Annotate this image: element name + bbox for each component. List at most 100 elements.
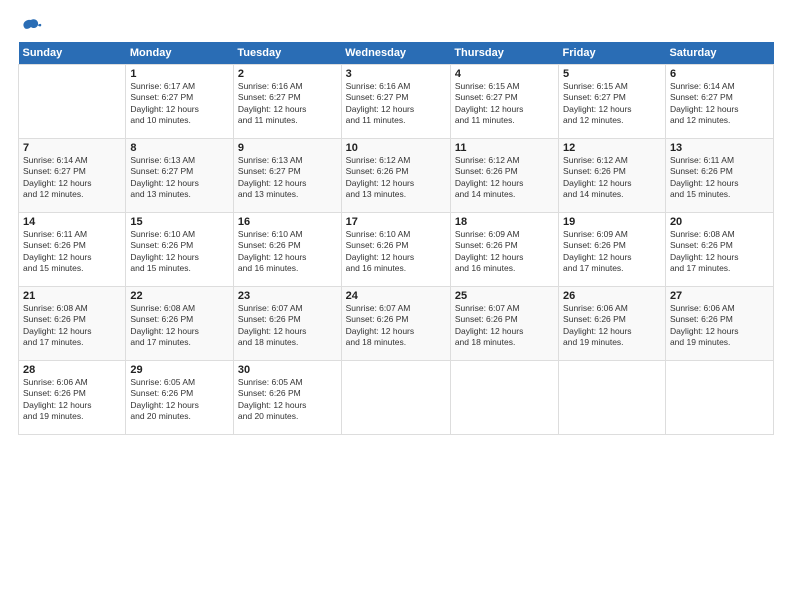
day-number: 17: [346, 216, 446, 228]
day-info: Sunrise: 6:15 AM Sunset: 6:27 PM Dayligh…: [455, 81, 554, 127]
calendar-cell: 20Sunrise: 6:08 AM Sunset: 6:26 PM Dayli…: [665, 213, 773, 287]
day-header-thursday: Thursday: [450, 42, 558, 65]
day-number: 10: [346, 142, 446, 154]
day-header-saturday: Saturday: [665, 42, 773, 65]
day-header-tuesday: Tuesday: [233, 42, 341, 65]
day-number: 22: [130, 290, 229, 302]
day-header-sunday: Sunday: [19, 42, 126, 65]
calendar-cell: 27Sunrise: 6:06 AM Sunset: 6:26 PM Dayli…: [665, 287, 773, 361]
calendar-cell: [341, 361, 450, 435]
day-info: Sunrise: 6:10 AM Sunset: 6:26 PM Dayligh…: [346, 229, 446, 275]
calendar-cell: 14Sunrise: 6:11 AM Sunset: 6:26 PM Dayli…: [19, 213, 126, 287]
day-info: Sunrise: 6:14 AM Sunset: 6:27 PM Dayligh…: [23, 155, 121, 201]
day-number: 30: [238, 364, 337, 376]
calendar-cell: 26Sunrise: 6:06 AM Sunset: 6:26 PM Dayli…: [559, 287, 666, 361]
calendar-cell: 25Sunrise: 6:07 AM Sunset: 6:26 PM Dayli…: [450, 287, 558, 361]
day-number: 1: [130, 68, 229, 80]
calendar-header-row: SundayMondayTuesdayWednesdayThursdayFrid…: [19, 42, 774, 65]
calendar-cell: 30Sunrise: 6:05 AM Sunset: 6:26 PM Dayli…: [233, 361, 341, 435]
logo-bird-icon: [20, 16, 42, 38]
day-info: Sunrise: 6:13 AM Sunset: 6:27 PM Dayligh…: [238, 155, 337, 201]
calendar-cell: 1Sunrise: 6:17 AM Sunset: 6:27 PM Daylig…: [126, 65, 234, 139]
header: [18, 16, 774, 34]
day-info: Sunrise: 6:17 AM Sunset: 6:27 PM Dayligh…: [130, 81, 229, 127]
calendar-cell: 9Sunrise: 6:13 AM Sunset: 6:27 PM Daylig…: [233, 139, 341, 213]
calendar-week-5: 28Sunrise: 6:06 AM Sunset: 6:26 PM Dayli…: [19, 361, 774, 435]
calendar-cell: 19Sunrise: 6:09 AM Sunset: 6:26 PM Dayli…: [559, 213, 666, 287]
calendar-week-1: 1Sunrise: 6:17 AM Sunset: 6:27 PM Daylig…: [19, 65, 774, 139]
calendar-cell: [450, 361, 558, 435]
calendar-cell: [665, 361, 773, 435]
day-info: Sunrise: 6:13 AM Sunset: 6:27 PM Dayligh…: [130, 155, 229, 201]
day-info: Sunrise: 6:06 AM Sunset: 6:26 PM Dayligh…: [670, 303, 769, 349]
calendar-cell: 12Sunrise: 6:12 AM Sunset: 6:26 PM Dayli…: [559, 139, 666, 213]
day-info: Sunrise: 6:07 AM Sunset: 6:26 PM Dayligh…: [346, 303, 446, 349]
page: SundayMondayTuesdayWednesdayThursdayFrid…: [0, 0, 792, 445]
day-number: 27: [670, 290, 769, 302]
day-header-wednesday: Wednesday: [341, 42, 450, 65]
day-number: 24: [346, 290, 446, 302]
calendar-cell: 5Sunrise: 6:15 AM Sunset: 6:27 PM Daylig…: [559, 65, 666, 139]
calendar-cell: 10Sunrise: 6:12 AM Sunset: 6:26 PM Dayli…: [341, 139, 450, 213]
calendar-cell: 2Sunrise: 6:16 AM Sunset: 6:27 PM Daylig…: [233, 65, 341, 139]
day-info: Sunrise: 6:16 AM Sunset: 6:27 PM Dayligh…: [238, 81, 337, 127]
day-number: 2: [238, 68, 337, 80]
day-number: 8: [130, 142, 229, 154]
day-info: Sunrise: 6:06 AM Sunset: 6:26 PM Dayligh…: [23, 377, 121, 423]
day-header-monday: Monday: [126, 42, 234, 65]
calendar-cell: 7Sunrise: 6:14 AM Sunset: 6:27 PM Daylig…: [19, 139, 126, 213]
day-info: Sunrise: 6:06 AM Sunset: 6:26 PM Dayligh…: [563, 303, 661, 349]
calendar-cell: 29Sunrise: 6:05 AM Sunset: 6:26 PM Dayli…: [126, 361, 234, 435]
calendar-cell: 22Sunrise: 6:08 AM Sunset: 6:26 PM Dayli…: [126, 287, 234, 361]
day-number: 16: [238, 216, 337, 228]
day-number: 12: [563, 142, 661, 154]
day-info: Sunrise: 6:07 AM Sunset: 6:26 PM Dayligh…: [455, 303, 554, 349]
day-info: Sunrise: 6:14 AM Sunset: 6:27 PM Dayligh…: [670, 81, 769, 127]
day-number: 5: [563, 68, 661, 80]
day-number: 20: [670, 216, 769, 228]
day-number: 25: [455, 290, 554, 302]
day-number: 23: [238, 290, 337, 302]
calendar-cell: 23Sunrise: 6:07 AM Sunset: 6:26 PM Dayli…: [233, 287, 341, 361]
day-info: Sunrise: 6:07 AM Sunset: 6:26 PM Dayligh…: [238, 303, 337, 349]
day-info: Sunrise: 6:12 AM Sunset: 6:26 PM Dayligh…: [346, 155, 446, 201]
day-number: 6: [670, 68, 769, 80]
day-info: Sunrise: 6:08 AM Sunset: 6:26 PM Dayligh…: [670, 229, 769, 275]
calendar-cell: 28Sunrise: 6:06 AM Sunset: 6:26 PM Dayli…: [19, 361, 126, 435]
day-info: Sunrise: 6:05 AM Sunset: 6:26 PM Dayligh…: [130, 377, 229, 423]
day-number: 29: [130, 364, 229, 376]
day-number: 14: [23, 216, 121, 228]
calendar-cell: 16Sunrise: 6:10 AM Sunset: 6:26 PM Dayli…: [233, 213, 341, 287]
day-info: Sunrise: 6:08 AM Sunset: 6:26 PM Dayligh…: [130, 303, 229, 349]
calendar-cell: 8Sunrise: 6:13 AM Sunset: 6:27 PM Daylig…: [126, 139, 234, 213]
calendar-cell: 11Sunrise: 6:12 AM Sunset: 6:26 PM Dayli…: [450, 139, 558, 213]
calendar-cell: 3Sunrise: 6:16 AM Sunset: 6:27 PM Daylig…: [341, 65, 450, 139]
calendar-cell: [559, 361, 666, 435]
day-info: Sunrise: 6:11 AM Sunset: 6:26 PM Dayligh…: [670, 155, 769, 201]
calendar-cell: 24Sunrise: 6:07 AM Sunset: 6:26 PM Dayli…: [341, 287, 450, 361]
calendar-cell: [19, 65, 126, 139]
calendar-cell: 17Sunrise: 6:10 AM Sunset: 6:26 PM Dayli…: [341, 213, 450, 287]
day-info: Sunrise: 6:12 AM Sunset: 6:26 PM Dayligh…: [563, 155, 661, 201]
calendar-week-2: 7Sunrise: 6:14 AM Sunset: 6:27 PM Daylig…: [19, 139, 774, 213]
day-info: Sunrise: 6:08 AM Sunset: 6:26 PM Dayligh…: [23, 303, 121, 349]
day-info: Sunrise: 6:16 AM Sunset: 6:27 PM Dayligh…: [346, 81, 446, 127]
day-number: 15: [130, 216, 229, 228]
day-number: 4: [455, 68, 554, 80]
day-info: Sunrise: 6:09 AM Sunset: 6:26 PM Dayligh…: [455, 229, 554, 275]
calendar-week-4: 21Sunrise: 6:08 AM Sunset: 6:26 PM Dayli…: [19, 287, 774, 361]
day-number: 13: [670, 142, 769, 154]
day-header-friday: Friday: [559, 42, 666, 65]
day-info: Sunrise: 6:11 AM Sunset: 6:26 PM Dayligh…: [23, 229, 121, 275]
calendar-cell: 13Sunrise: 6:11 AM Sunset: 6:26 PM Dayli…: [665, 139, 773, 213]
day-info: Sunrise: 6:15 AM Sunset: 6:27 PM Dayligh…: [563, 81, 661, 127]
day-info: Sunrise: 6:05 AM Sunset: 6:26 PM Dayligh…: [238, 377, 337, 423]
calendar-cell: 18Sunrise: 6:09 AM Sunset: 6:26 PM Dayli…: [450, 213, 558, 287]
day-number: 21: [23, 290, 121, 302]
day-info: Sunrise: 6:12 AM Sunset: 6:26 PM Dayligh…: [455, 155, 554, 201]
day-info: Sunrise: 6:10 AM Sunset: 6:26 PM Dayligh…: [238, 229, 337, 275]
day-number: 26: [563, 290, 661, 302]
day-number: 3: [346, 68, 446, 80]
day-number: 18: [455, 216, 554, 228]
day-number: 7: [23, 142, 121, 154]
